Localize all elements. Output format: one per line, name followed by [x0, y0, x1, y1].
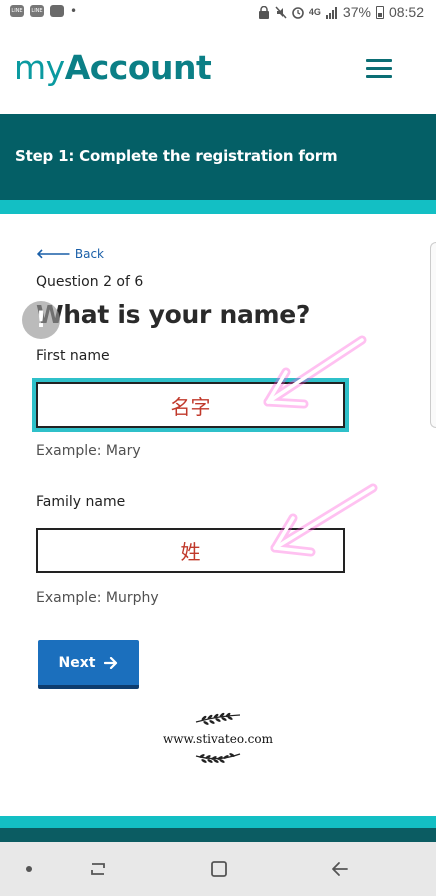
- nav-dot-icon[interactable]: [14, 842, 44, 896]
- family-name-value: 姓: [180, 540, 201, 564]
- first-name-label: First name: [36, 348, 110, 364]
- next-button[interactable]: Next: [38, 640, 139, 689]
- app-header: myAccount: [0, 26, 436, 114]
- back-label: Back: [74, 247, 105, 261]
- battery-icon: [375, 5, 384, 19]
- question-title: What is your name?: [36, 300, 311, 329]
- alarm-icon: [292, 6, 304, 19]
- first-name-hint: Example: Mary: [36, 443, 141, 459]
- arrow-left-icon: 🡐: [36, 247, 71, 262]
- accent-stripe: [0, 200, 436, 214]
- arrow-right-icon: [104, 656, 118, 669]
- laurel-bottom-icon: [195, 753, 241, 763]
- notification-icons: LINE LINE •: [10, 5, 77, 17]
- first-name-input[interactable]: 名字: [36, 382, 345, 428]
- system-status: 4G 37% 08:52: [258, 4, 424, 20]
- next-label: Next: [58, 654, 96, 671]
- footer-band: [0, 828, 436, 842]
- back-link[interactable]: 🡐 Back: [36, 246, 104, 262]
- footer-accent-stripe: [0, 816, 436, 828]
- gallery-icon: [50, 5, 64, 17]
- more-notifications-dot: •: [70, 4, 78, 18]
- hamburger-menu-icon[interactable]: [366, 59, 392, 79]
- family-name-hint: Example: Murphy: [36, 590, 159, 606]
- family-name-input[interactable]: 姓: [36, 528, 345, 573]
- scroll-handle[interactable]: [430, 242, 436, 428]
- step-title: Step 1: Complete the registration form: [15, 147, 338, 165]
- family-name-label: Family name: [36, 494, 126, 510]
- watermark-text: www.stivateo.com: [162, 732, 274, 746]
- line-app-icon: LINE: [10, 5, 24, 17]
- first-name-value: 名字: [170, 394, 211, 419]
- exclamation-icon: !: [35, 307, 47, 333]
- status-bar: LINE LINE • 4G 37% 08:52: [0, 0, 436, 26]
- android-nav-bar: [0, 842, 436, 896]
- question-progress: Question 2 of 6: [36, 274, 144, 290]
- clock: 08:52: [388, 4, 424, 20]
- logo-account: Account: [64, 48, 212, 87]
- network-type: 4G: [308, 7, 321, 17]
- line-app-icon: LINE: [30, 5, 44, 17]
- battery-percent: 37%: [342, 4, 371, 20]
- logo-my: my: [14, 48, 65, 87]
- lock-icon: [258, 5, 269, 19]
- laurel-top-icon: [195, 712, 241, 725]
- step-banner: Step 1: Complete the registration form: [0, 114, 436, 200]
- floating-help-bubble[interactable]: !: [22, 301, 60, 339]
- recent-apps-icon[interactable]: [82, 842, 114, 896]
- home-icon[interactable]: [203, 842, 235, 896]
- signal-icon: [325, 6, 337, 19]
- watermark: www.stivateo.com: [0, 712, 436, 764]
- back-nav-icon[interactable]: [324, 842, 356, 896]
- mute-icon: [275, 5, 287, 19]
- myaccount-logo[interactable]: myAccount: [14, 48, 212, 88]
